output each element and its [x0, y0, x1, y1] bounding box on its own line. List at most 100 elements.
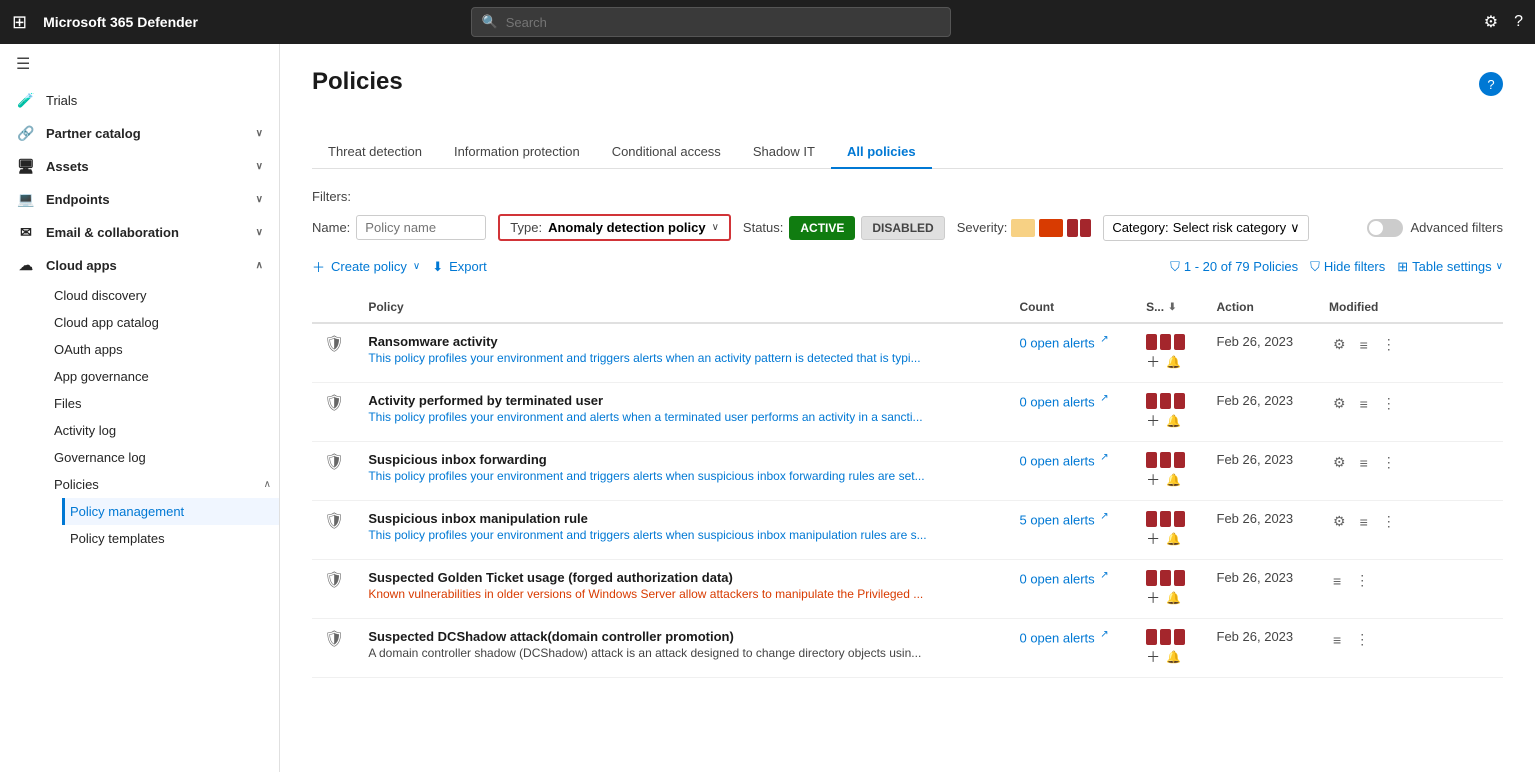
sidebar-item-cloud-app-catalog[interactable]: Cloud app catalog [46, 309, 279, 336]
more-action-icon[interactable]: ⋮ [1378, 393, 1400, 414]
sidebar-item-assets[interactable]: 🖥 Assets ∨ [0, 150, 279, 183]
sidebar-item-partner-catalog[interactable]: 🔗 Partner catalog ∨ [0, 117, 279, 150]
external-link-icon[interactable]: ↗ [1100, 393, 1108, 404]
hamburger-button[interactable]: ☰ [0, 44, 279, 84]
policy-name[interactable]: Suspicious inbox manipulation rule [368, 511, 995, 526]
th-severity[interactable]: S... ⬇ [1134, 292, 1204, 323]
settings-action-icon[interactable]: ⚙ [1329, 393, 1350, 414]
tab-conditional-access[interactable]: Conditional access [596, 136, 737, 169]
list-action-icon[interactable]: ≡ [1356, 335, 1372, 355]
policy-desc: This policy profiles your environment an… [368, 469, 928, 483]
add-icon[interactable]: ＋ [1146, 352, 1160, 372]
list-action-icon[interactable]: ≡ [1356, 453, 1372, 473]
help-button[interactable]: ? [1479, 72, 1503, 96]
sidebar-item-endpoints[interactable]: 💻 Endpoints ∨ [0, 183, 279, 216]
status-disabled-button[interactable]: DISABLED [861, 216, 944, 240]
sidebar-item-policy-templates[interactable]: Policy templates [62, 525, 279, 552]
more-action-icon[interactable]: ⋮ [1351, 629, 1373, 650]
sidebar-item-policy-management[interactable]: Policy management [62, 498, 279, 525]
th-policy[interactable]: Policy [356, 292, 1007, 323]
sev-actions: ＋ 🔔 [1146, 352, 1192, 372]
th-count[interactable]: Count [1007, 292, 1134, 323]
sidebar-item-policies[interactable]: Policies ∧ [46, 471, 279, 498]
sev-indicator [1146, 393, 1157, 409]
status-active-button[interactable]: ACTIVE [789, 216, 855, 240]
sidebar-item-governance-log[interactable]: Governance log [46, 444, 279, 471]
help-icon[interactable]: ? [1514, 13, 1523, 31]
severity-medium-button[interactable] [1039, 219, 1063, 237]
list-action-icon[interactable]: ≡ [1356, 512, 1372, 532]
external-link-icon[interactable]: ↗ [1100, 570, 1108, 581]
bell-icon[interactable]: 🔔 [1166, 355, 1181, 369]
sidebar-item-app-governance[interactable]: App governance [46, 363, 279, 390]
sidebar-item-activity-log[interactable]: Activity log [46, 417, 279, 444]
sidebar-item-label: Cloud apps [46, 258, 246, 273]
bell-icon[interactable]: 🔔 [1166, 650, 1181, 664]
add-icon[interactable]: ＋ [1146, 529, 1160, 549]
add-icon[interactable]: ＋ [1146, 588, 1160, 608]
policy-name[interactable]: Suspected DCShadow attack(domain control… [368, 629, 995, 644]
sidebar-item-email-collaboration[interactable]: ✉ Email & collaboration ∨ [0, 216, 279, 249]
row-actions-cell: ≡ ⋮ [1317, 560, 1423, 619]
policy-name[interactable]: Activity performed by terminated user [368, 393, 995, 408]
bell-icon[interactable]: 🔔 [1166, 591, 1181, 605]
count-value[interactable]: 5 open alerts [1019, 512, 1094, 527]
bell-icon[interactable]: 🔔 [1166, 532, 1181, 546]
status-filter-label: Status: [743, 220, 783, 235]
external-link-icon[interactable]: ↗ [1100, 511, 1108, 522]
list-action-icon[interactable]: ≡ [1329, 630, 1345, 650]
create-policy-button[interactable]: ＋ Create policy ∨ [312, 257, 420, 276]
sidebar-item-cloud-discovery[interactable]: Cloud discovery [46, 282, 279, 309]
sidebar-item-files[interactable]: Files [46, 390, 279, 417]
name-filter-input[interactable] [356, 215, 486, 240]
policy-name[interactable]: Suspicious inbox forwarding [368, 452, 995, 467]
waffle-icon[interactable]: ⊞ [12, 12, 27, 33]
bell-icon[interactable]: 🔔 [1166, 473, 1181, 487]
add-icon[interactable]: ＋ [1146, 411, 1160, 431]
type-filter[interactable]: Type: Anomaly detection policy ∨ [498, 214, 731, 241]
cloud-apps-icon: ☁ [16, 257, 36, 274]
sidebar-item-oauth-apps[interactable]: OAuth apps [46, 336, 279, 363]
table-row: 🛡 Suspicious inbox forwarding This polic… [312, 442, 1503, 501]
external-link-icon[interactable]: ↗ [1100, 629, 1108, 640]
policy-name[interactable]: Suspected Golden Ticket usage (forged au… [368, 570, 995, 585]
export-button[interactable]: ⬇ Export [432, 259, 486, 275]
settings-action-icon[interactable]: ⚙ [1329, 452, 1350, 473]
category-filter[interactable]: Category: Select risk category ∨ [1103, 215, 1308, 241]
add-icon[interactable]: ＋ [1146, 647, 1160, 667]
severity-high-button[interactable] [1067, 219, 1091, 237]
count-value[interactable]: 0 open alerts [1019, 453, 1094, 468]
bell-icon[interactable]: 🔔 [1166, 414, 1181, 428]
count-value[interactable]: 0 open alerts [1019, 571, 1094, 586]
create-policy-label: Create policy [331, 259, 407, 274]
count-value[interactable]: 0 open alerts [1019, 630, 1094, 645]
sidebar-item-cloud-apps[interactable]: ☁ Cloud apps ∧ [0, 249, 279, 282]
list-action-icon[interactable]: ≡ [1329, 571, 1345, 591]
sidebar-item-trials[interactable]: 🧪 Trials [0, 84, 279, 117]
policy-table: Policy Count S... ⬇ Action Modified 🛡 [312, 292, 1503, 678]
more-action-icon[interactable]: ⋮ [1378, 511, 1400, 532]
external-link-icon[interactable]: ↗ [1100, 334, 1108, 345]
settings-icon[interactable]: ⚙ [1484, 12, 1498, 32]
tab-all-policies[interactable]: All policies [831, 136, 932, 169]
policy-name[interactable]: Ransomware activity [368, 334, 995, 349]
table-settings-button[interactable]: ⊞ Table settings ∨ [1397, 259, 1503, 275]
count-value[interactable]: 0 open alerts [1019, 394, 1094, 409]
count-value[interactable]: 0 open alerts [1019, 335, 1094, 350]
more-action-icon[interactable]: ⋮ [1378, 334, 1400, 355]
tab-threat-detection[interactable]: Threat detection [312, 136, 438, 169]
assets-icon: 🖥 [16, 158, 36, 175]
advanced-filters-toggle[interactable] [1367, 219, 1403, 237]
more-action-icon[interactable]: ⋮ [1351, 570, 1373, 591]
settings-action-icon[interactable]: ⚙ [1329, 511, 1350, 532]
add-icon[interactable]: ＋ [1146, 470, 1160, 490]
tab-information-protection[interactable]: Information protection [438, 136, 596, 169]
settings-action-icon[interactable]: ⚙ [1329, 334, 1350, 355]
search-input[interactable] [506, 15, 940, 30]
list-action-icon[interactable]: ≡ [1356, 394, 1372, 414]
hide-filters-button[interactable]: ⛉ Hide filters [1310, 259, 1385, 275]
more-action-icon[interactable]: ⋮ [1378, 452, 1400, 473]
tab-shadow-it[interactable]: Shadow IT [737, 136, 831, 169]
external-link-icon[interactable]: ↗ [1100, 452, 1108, 463]
severity-low-button[interactable] [1011, 219, 1035, 237]
